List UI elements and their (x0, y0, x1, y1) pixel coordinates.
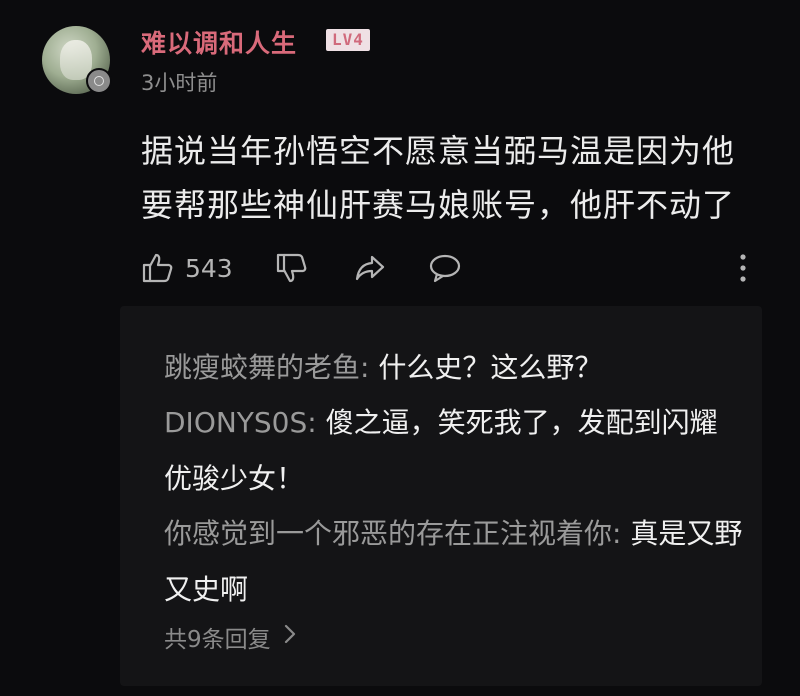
avatar-verified-badge (86, 68, 112, 94)
like-count: 543 (185, 253, 233, 283)
comment-text: 据说当年孙悟空不愿意当弼马温是因为他要帮那些神仙肝赛马娘账号，他肝不动了 (141, 132, 736, 224)
reply-item[interactable]: DIONYS0S: 傻之逼，笑死我了，发配到闪耀优骏少女！ (164, 395, 744, 507)
reply-item[interactable]: 跳瘦蛟舞的老鱼: 什么史？这么野？ (164, 340, 744, 396)
level-badge: LV4 (326, 29, 370, 51)
more-vertical-icon (733, 251, 753, 285)
share-button[interactable] (353, 248, 387, 288)
reply-item[interactable]: 你感觉到一个邪恶的存在正注视着你: 真是又野又史啊 (164, 506, 744, 618)
reply-author[interactable]: 你感觉到一个邪恶的存在正注视着你 (164, 517, 612, 550)
reply-separator: : (612, 517, 631, 550)
view-all-replies-label: 共9条回复 (164, 627, 271, 653)
reply-separator: : (360, 351, 379, 384)
comment-bubble-icon (428, 251, 462, 285)
comment-time: 3小时前 (141, 71, 218, 95)
username[interactable]: 难以调和人生 (141, 24, 297, 60)
thumbs-down-icon (275, 251, 309, 285)
view-all-replies-link[interactable]: 共9条回复 (164, 620, 297, 654)
reply-separator: : (307, 406, 326, 439)
reply-author[interactable]: 跳瘦蛟舞的老鱼 (164, 351, 360, 384)
reply-author[interactable]: DIONYS0S (164, 406, 307, 439)
thumbs-up-icon (141, 251, 175, 285)
comment-actions: 543 (141, 248, 761, 288)
like-button[interactable]: 543 (141, 248, 233, 288)
reply-button[interactable] (428, 248, 462, 288)
reply-text: 什么史？这么野？ (378, 351, 603, 384)
share-icon (353, 251, 387, 285)
chevron-right-icon (271, 623, 297, 651)
dislike-button[interactable] (275, 248, 309, 288)
more-options-button[interactable] (733, 248, 753, 288)
